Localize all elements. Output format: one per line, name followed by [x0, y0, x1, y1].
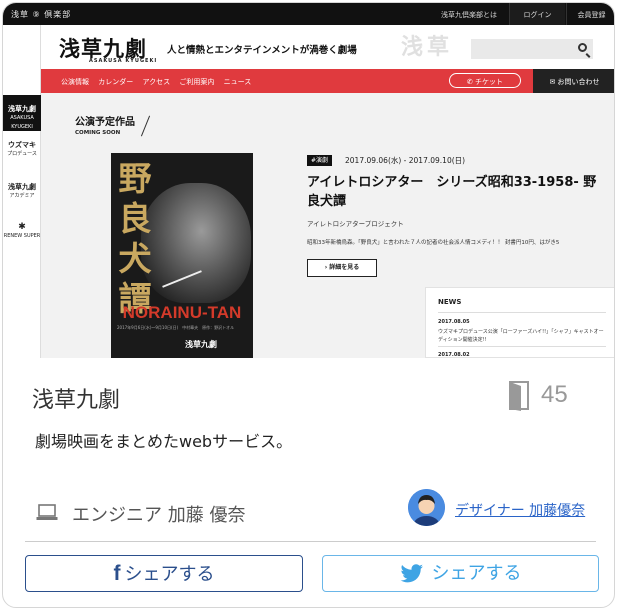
rail-item-label: 浅草九劇 [8, 105, 36, 113]
topbar-login-link[interactable]: ログイン [509, 3, 565, 25]
ticket-button[interactable]: ✆ チケット [449, 73, 521, 88]
person-icon [408, 489, 445, 526]
event-dates: 2017.09.06(水) - 2017.09.10(日) [345, 156, 466, 165]
rail-item-sub: ASAKUSA KYUGEKI [10, 115, 34, 130]
site-screenshot[interactable]: 浅草 ⑨ 倶楽部 浅草九倶楽部とは ログイン 会員登録 浅草九劇 ASAKUSA… [3, 3, 614, 358]
poster-portrait [141, 183, 251, 303]
twitter-share-label: シェアする [431, 563, 522, 584]
site-left-rail: 浅草九劇 ASAKUSA KYUGEKI ウズマキ プロデュース 浅草九劇 アカ… [3, 25, 41, 358]
twitter-icon [400, 564, 423, 583]
topbar-about-link[interactable]: 浅草九倶楽部とは [441, 10, 497, 20]
door-icon [509, 381, 529, 411]
rail-item-sub: プロデュース [7, 151, 37, 157]
rail-item-label: ウズマキ [8, 141, 36, 149]
renew-logo-icon: ✱ [18, 222, 26, 232]
contact-button[interactable]: ✉ お問い合わせ [533, 69, 614, 93]
facebook-icon: f [113, 562, 121, 585]
news-date: 2017.08.02 [438, 352, 470, 358]
rail-item-sub: アカデミア [9, 193, 35, 199]
poster-english-title: NORAINU-TAN [122, 303, 242, 322]
poster-brand: 浅草九劇 [185, 339, 217, 349]
engineer-credit: エンジニア 加藤 優奈 [72, 505, 246, 526]
site-topbar: 浅草 ⑨ 倶楽部 浅草九倶楽部とは ログイン 会員登録 [3, 3, 614, 25]
twitter-share-button[interactable]: シェアする [322, 555, 599, 592]
detail-button-label: 詳細を見る [329, 264, 360, 271]
section-title: 公演予定作品 [75, 117, 135, 128]
event-organizer: アイレトロシアタープロジェクト [307, 220, 404, 228]
rail-item-uzumaki[interactable]: ウズマキ プロデュース [3, 141, 41, 159]
news-item-text[interactable]: ウズマキプロデュース公演「ローファーズハイ!!」「シャフ」キャストオーディション… [438, 328, 608, 344]
news-date: 2017.08.05 [438, 319, 470, 325]
rail-item-label: 浅草九劇 [8, 183, 36, 191]
ticket-icon: ✆ [466, 78, 476, 86]
facebook-share-label: シェアする [124, 564, 215, 585]
designer-credit-link[interactable]: デザイナー 加藤優奈 [455, 500, 585, 520]
view-count-value: 45 [541, 381, 568, 408]
nav-link-news[interactable]: ニュース [224, 78, 252, 86]
event-genre-tag[interactable]: #演劇 [307, 155, 333, 166]
card-divider [25, 541, 596, 542]
nav-link-guide[interactable]: ご利用案内 [179, 78, 214, 86]
site-tagline: 人と情熱とエンタテインメントが渦巻く劇場 [167, 45, 357, 56]
topbar-logo: 浅草 ⑨ 倶楽部 [11, 10, 72, 19]
topbar-register-link[interactable]: 会員登録 [566, 3, 614, 25]
portfolio-card: 浅草 ⑨ 倶楽部 浅草九倶楽部とは ログイン 会員登録 浅草九劇 ASAKUSA… [2, 2, 615, 608]
news-divider [438, 346, 606, 347]
rail-item-kyugeki[interactable]: 浅草九劇 ASAKUSA KYUGEKI [3, 95, 41, 131]
site-search-input[interactable] [471, 39, 593, 59]
section-slash [140, 115, 151, 137]
ticket-label: チケット [475, 78, 504, 86]
nav-link-calendar[interactable]: カレンダー [98, 78, 133, 86]
laptop-icon [36, 504, 58, 520]
site-header: 浅草 浅草九劇 ASAKUSA KYUGEKI 人と情熱とエンタテインメントが渦… [41, 25, 614, 69]
poster-title: 野良犬譚 [118, 159, 152, 318]
mail-icon: ✉ [549, 78, 558, 86]
search-icon[interactable] [578, 43, 587, 52]
nav-link-access[interactable]: アクセス [142, 78, 170, 86]
event-description: 昭和33年新橋烏森。「野良犬」と言われた７人の記者の社会派人情コメディ！！ 封書… [307, 240, 560, 246]
site-nav: 公演情報 カレンダー アクセス ご利用案内 ニュース ✆ チケット ✉ お問い合… [41, 69, 614, 93]
rail-item-renew[interactable]: ✱ RENEW SUPER [3, 223, 41, 241]
contact-label: お問い合わせ [557, 78, 600, 86]
rail-item-academia[interactable]: 浅草九劇 アカデミア [3, 183, 41, 201]
project-description: 劇場映画をまとめたwebサービス。 [35, 432, 293, 451]
news-panel: NEWS 2017.08.05 ウズマキプロデュース公演「ローファーズハイ!!」… [425, 287, 614, 358]
site-logo-sub: ASAKUSA KYUGEKI [89, 58, 158, 64]
designer-avatar[interactable] [408, 489, 445, 526]
rail-item-sub: RENEW SUPER [3, 233, 41, 239]
site-content: 公演予定作品 COMING SOON 野良犬譚 NORAINU-TAN 2017… [41, 93, 614, 358]
section-subtitle: COMING SOON [75, 130, 121, 136]
news-heading: NEWS [438, 298, 462, 306]
poster-credits: 2017年9月6日(水)〜9月10日(日) 中村章夫 原作：野沢トオル [117, 325, 235, 330]
facebook-share-button[interactable]: f シェアする [25, 555, 303, 592]
project-title[interactable]: 浅草九劇 [32, 382, 120, 414]
event-title[interactable]: アイレトロシアター シリーズ昭和33-1958- 野良犬譚 [307, 173, 597, 211]
news-divider [438, 312, 606, 313]
header-decoration: 浅草 [401, 34, 454, 60]
event-poster[interactable]: 野良犬譚 NORAINU-TAN 2017年9月6日(水)〜9月10日(日) 中… [111, 153, 253, 358]
event-detail-button[interactable]: › 詳細を見る [307, 259, 377, 277]
nav-links: 公演情報 カレンダー アクセス ご利用案内 ニュース [61, 77, 258, 87]
nav-link-performances[interactable]: 公演情報 [61, 78, 89, 86]
